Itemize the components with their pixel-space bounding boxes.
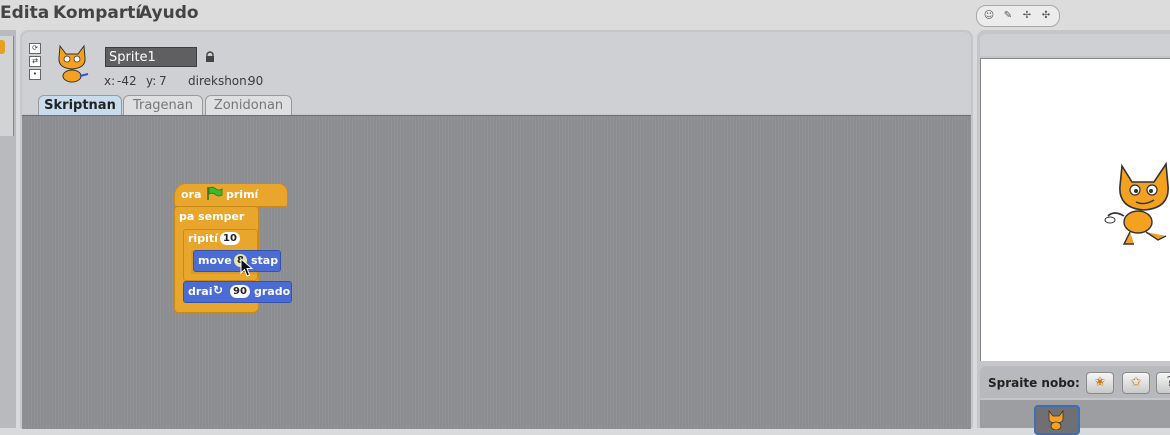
x-label: x: [104,74,116,88]
wrench-icon[interactable]: ✎ [1001,10,1015,22]
sprite-list-cat-icon [1048,409,1064,430]
hat-label-clicked: primí [226,188,259,201]
y-value: 7 [159,74,167,88]
forever-label: pa semper [179,210,245,223]
person-icon[interactable]: ☺ [982,10,996,22]
choose-sprite-button[interactable]: ✩ [1122,372,1150,394]
mouse-cursor-icon [240,258,254,277]
menu-help[interactable]: Ayudo [139,3,199,23]
no-rotate-icon[interactable]: • [29,69,41,80]
turn-degrees-input[interactable]: 90 [230,285,250,298]
direction-label: direkshon: [188,74,251,88]
green-flag-icon [207,186,223,200]
tab-sounds[interactable]: Zonidonan [205,95,292,116]
tab-scripts[interactable]: Skriptnan [38,95,122,116]
turn-label: drai [188,285,213,298]
hat-label-when: ora [181,188,202,201]
script-area[interactable] [22,115,971,429]
new-sprite-label: Spraite nobo: [988,376,1080,390]
palette-category-marker [0,40,5,54]
sprite-thumbnail-cat-icon [58,44,89,83]
tab-costumes[interactable]: Tragenan [123,95,203,116]
shrink-icon[interactable]: ✣ [1039,10,1053,22]
surprise-sprite-button[interactable]: ? [1156,372,1170,394]
rotate-clockwise-icon: ↻ [213,283,224,297]
sprite-list-item-sprite1[interactable] [1034,405,1080,435]
move-label: move [198,254,232,267]
x-value: -42 [117,74,137,88]
expand-icon[interactable]: ✢ [1020,10,1034,22]
flip-style-icon[interactable]: ⇄ [29,56,41,67]
cursor-tools: ☺ ✎ ✢ ✣ [976,5,1060,27]
sprite-name-field[interactable]: Sprite1 [105,47,197,67]
lock-icon[interactable] [205,51,215,62]
direction-value: 90 [248,74,264,88]
y-label: y: [146,74,157,88]
repeat-label: ripití [188,232,218,245]
move-unit: stap [251,254,279,267]
menu-share[interactable]: Kompartí [53,3,141,23]
menu-edit[interactable]: Edita [0,3,49,23]
rotate-style-icon[interactable]: ⟳ [29,43,41,54]
turn-unit: grado [254,285,291,298]
stage-header [980,34,1170,56]
paint-new-sprite-button[interactable]: ✬ [1086,372,1114,394]
stage-cat-sprite[interactable] [1102,160,1170,248]
repeat-count-input[interactable]: 10 [220,232,240,245]
